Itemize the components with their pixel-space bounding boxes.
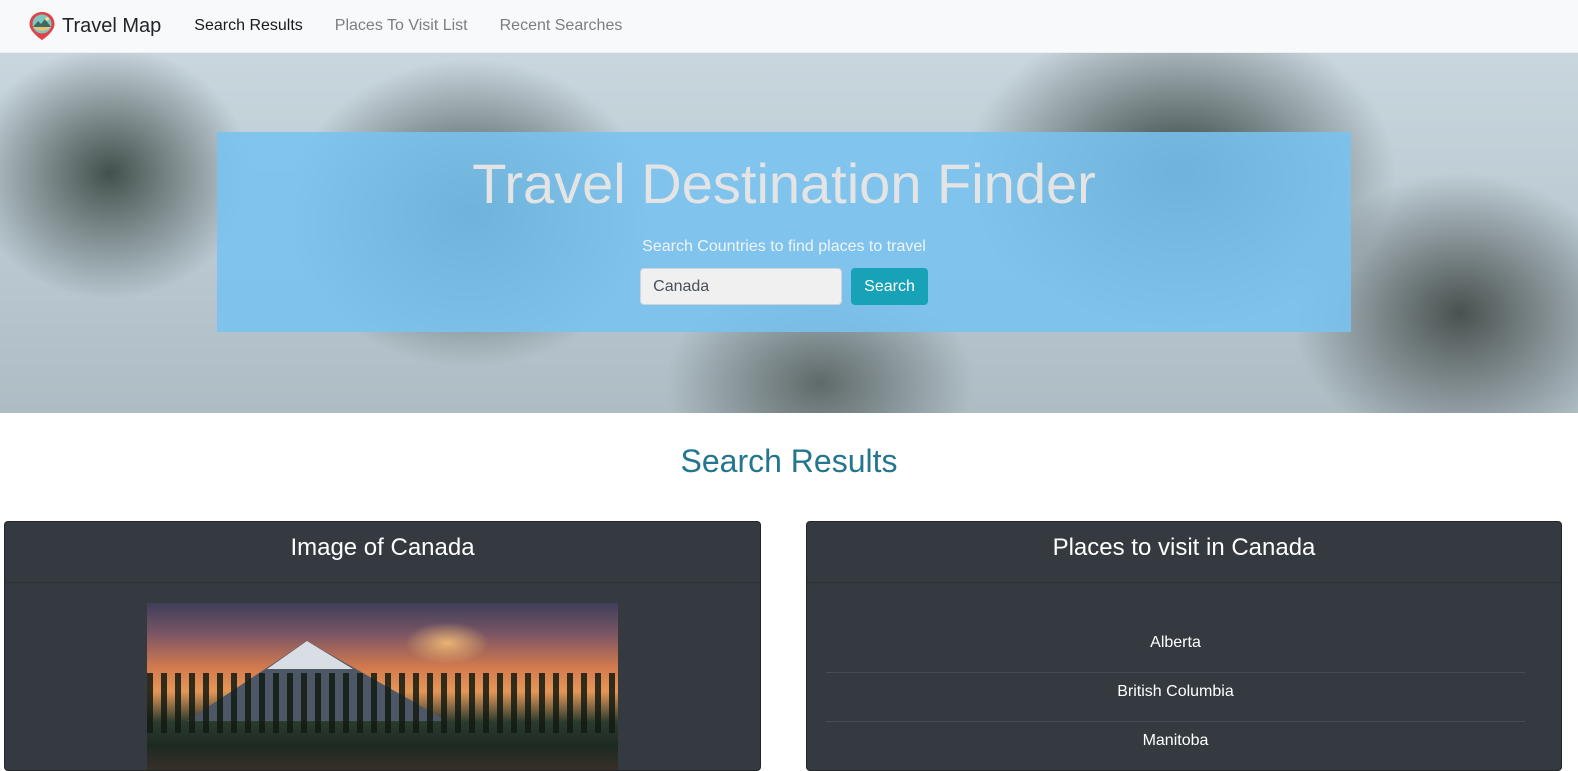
- brand-link[interactable]: Travel Map: [28, 11, 161, 41]
- country-search-input[interactable]: [640, 268, 843, 305]
- nav-recent-searches[interactable]: Recent Searches: [484, 17, 639, 35]
- top-navbar: Travel Map Search Results Places To Visi…: [0, 0, 1578, 53]
- place-item-alberta[interactable]: Alberta: [826, 625, 1525, 673]
- image-card-title: Image of Canada: [5, 522, 760, 583]
- mountain-snow-graphic: [267, 641, 353, 669]
- search-form: Search: [217, 268, 1351, 305]
- hero-subtitle: Search Countries to find places to trave…: [642, 238, 926, 255]
- search-button[interactable]: Search: [851, 268, 928, 305]
- hero-search-panel: Travel Destination Finder Search Countri…: [217, 132, 1351, 332]
- nav-places-to-visit[interactable]: Places To Visit List: [319, 17, 484, 35]
- hero-banner: Travel Destination Finder Search Countri…: [0, 53, 1578, 413]
- places-card-title: Places to visit in Canada: [807, 522, 1561, 583]
- brand-name: Travel Map: [62, 14, 162, 37]
- map-pin-landscape-icon: [29, 12, 55, 40]
- nav-search-results[interactable]: Search Results: [178, 17, 319, 35]
- place-item-british-columbia[interactable]: British Columbia: [826, 674, 1525, 722]
- country-landscape-image: [147, 603, 618, 770]
- hero-title: Travel Destination Finder: [472, 152, 1096, 215]
- tree-line-graphic: [147, 673, 618, 733]
- nav-links: Search Results Places To Visit List Rece…: [178, 17, 638, 35]
- places-list: Alberta British Columbia Manitoba: [807, 625, 1561, 770]
- places-card: Places to visit in Canada Alberta Britis…: [806, 521, 1562, 771]
- country-image-card: Image of Canada: [4, 521, 761, 771]
- place-item-manitoba[interactable]: Manitoba: [826, 723, 1525, 770]
- search-results-heading: Search Results: [680, 443, 898, 479]
